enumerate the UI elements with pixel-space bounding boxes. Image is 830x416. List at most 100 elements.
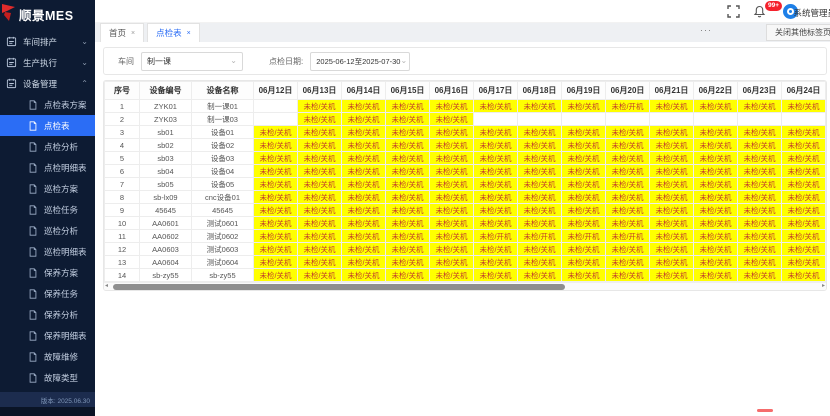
file-icon <box>28 373 38 383</box>
chevron-up-icon: ⌃ <box>81 80 88 88</box>
table-row: 6sb04设备04未检/关机未检/关机未检/关机未检/关机未检/关机未检/关机未… <box>105 165 826 178</box>
workshop-select[interactable]: 制一课 ⌄ <box>141 52 243 71</box>
file-icon <box>28 100 38 110</box>
status-cell: 未检/关机 <box>386 243 430 256</box>
sidebar-item[interactable]: 巡检方案 <box>0 178 95 199</box>
status-cell: 未检/关机 <box>782 217 826 230</box>
close-icon[interactable]: × <box>131 30 135 37</box>
close-other-tabs-button[interactable]: 关闭其他标签页 <box>766 24 830 41</box>
status-cell: 未检/关机 <box>562 152 606 165</box>
status-cell: 未检/关机 <box>386 165 430 178</box>
sidebar-item[interactable]: 点检表 <box>0 115 95 136</box>
status-cell: 未检/关机 <box>474 165 518 178</box>
status-cell: 未检/关机 <box>738 152 782 165</box>
status-cell: 未检/关机 <box>298 204 342 217</box>
status-cell: 未检/关机 <box>782 256 826 269</box>
column-header: 06月13日 <box>298 82 342 100</box>
sidebar-item[interactable]: 巡检任务 <box>0 199 95 220</box>
status-cell: 未检/关机 <box>254 269 298 282</box>
status-cell: 未检/关机 <box>650 152 694 165</box>
status-cell: 未检/关机 <box>694 165 738 178</box>
sidebar-item[interactable]: 巡检分析 <box>0 220 95 241</box>
sidebar-item-label: 点检明细表 <box>44 162 87 174</box>
sidebar-group[interactable]: 车间排产⌄ <box>0 31 95 52</box>
status-cell: 未检/关机 <box>782 191 826 204</box>
status-cell: 未检/关机 <box>606 243 650 256</box>
status-cell: 未检/关机 <box>782 243 826 256</box>
tab-label: 点检表 <box>156 27 182 39</box>
equipment-code: AA0601 <box>140 217 192 230</box>
status-cell: 未检/关机 <box>474 126 518 139</box>
close-icon[interactable]: × <box>187 30 191 37</box>
bell-icon[interactable] <box>753 5 766 18</box>
app-title: 顺景MES <box>19 5 74 24</box>
sidebar-group[interactable]: 生产执行⌄ <box>0 52 95 73</box>
equipment-code: sb05 <box>140 178 192 191</box>
user-name[interactable]: 系统管理员 <box>793 7 830 19</box>
status-cell: 未检/关机 <box>562 100 606 113</box>
status-cell: 未检/关机 <box>738 230 782 243</box>
horizontal-scrollbar[interactable]: ◂ ▸ <box>104 282 826 290</box>
status-cell: 未检/关机 <box>298 165 342 178</box>
sidebar-item[interactable]: 点检分析 <box>0 136 95 157</box>
file-icon <box>28 163 38 173</box>
status-cell: 未检/关机 <box>694 126 738 139</box>
status-cell: 未检/关机 <box>386 139 430 152</box>
row-index: 5 <box>105 152 140 165</box>
sidebar-bottom-strip <box>0 407 95 416</box>
equipment-name: 设备05 <box>192 178 254 191</box>
sidebar-item[interactable]: 巡检明细表 <box>0 241 95 262</box>
sidebar-item[interactable]: 故障维修 <box>0 346 95 367</box>
row-index: 3 <box>105 126 140 139</box>
sidebar-menu: 车间排产⌄生产执行⌄设备管理⌃点检表方案点检表点检分析点检明细表巡检方案巡检任务… <box>0 28 95 392</box>
tab-more-button[interactable]: ··· <box>700 25 712 35</box>
status-cell: 未检/关机 <box>430 269 474 282</box>
sidebar-item[interactable]: 保养方案 <box>0 262 95 283</box>
status-cell <box>474 113 518 126</box>
column-header: 序号 <box>105 82 140 100</box>
status-cell: 未检/关机 <box>738 178 782 191</box>
status-cell: 未检/关机 <box>518 178 562 191</box>
equipment-code: sb01 <box>140 126 192 139</box>
sidebar-item[interactable]: 保养任务 <box>0 283 95 304</box>
column-header: 06月19日 <box>562 82 606 100</box>
row-index: 2 <box>105 113 140 126</box>
status-cell: 未检/关机 <box>606 152 650 165</box>
column-header: 06月18日 <box>518 82 562 100</box>
status-cell: 未检/关机 <box>386 100 430 113</box>
status-cell: 未检/关机 <box>342 152 386 165</box>
status-cell: 未检/关机 <box>430 113 474 126</box>
status-cell: 未检/关机 <box>430 178 474 191</box>
sidebar-item[interactable]: 保养明细表 <box>0 325 95 346</box>
table-row: 5sb03设备03未检/关机未检/关机未检/关机未检/关机未检/关机未检/关机未… <box>105 152 826 165</box>
sidebar-item-label: 点检分析 <box>44 141 78 153</box>
column-header: 06月16日 <box>430 82 474 100</box>
clipboard-icon <box>6 57 17 68</box>
sidebar-item[interactable]: 保养分析 <box>0 304 95 325</box>
sidebar-item[interactable]: 点检表方案 <box>0 94 95 115</box>
tab-home[interactable]: 首页 × <box>100 23 144 42</box>
fullscreen-icon[interactable] <box>727 5 740 18</box>
scroll-right-icon[interactable]: ▸ <box>822 282 825 289</box>
status-cell: 未检/关机 <box>562 126 606 139</box>
scrollbar-thumb[interactable] <box>113 284 565 290</box>
status-cell: 未检/关机 <box>342 230 386 243</box>
status-cell: 未检/关机 <box>650 191 694 204</box>
file-icon <box>28 247 38 257</box>
status-cell: 未检/关机 <box>782 139 826 152</box>
date-range-picker[interactable]: 2025-06-12至2025-07-30 ⌄ <box>310 52 410 71</box>
scroll-left-icon[interactable]: ◂ <box>105 282 108 289</box>
tab-bar: 首页 × 点检表 × ··· 关闭其他标签页 <box>95 23 830 42</box>
tab-inspection-sheet[interactable]: 点检表 × <box>147 23 200 42</box>
sidebar-item[interactable]: 点检明细表 <box>0 157 95 178</box>
status-cell: 未检/关机 <box>694 217 738 230</box>
sidebar-item[interactable]: 故障类型 <box>0 367 95 388</box>
sidebar-group[interactable]: 设备管理⌃ <box>0 73 95 94</box>
status-cell: 未检/关机 <box>606 217 650 230</box>
cutoff-element <box>757 409 773 412</box>
status-cell: 未检/关机 <box>562 269 606 282</box>
row-index: 8 <box>105 191 140 204</box>
status-cell: 未检/关机 <box>518 204 562 217</box>
status-cell: 未检/关机 <box>430 191 474 204</box>
status-cell: 未检/关机 <box>562 178 606 191</box>
